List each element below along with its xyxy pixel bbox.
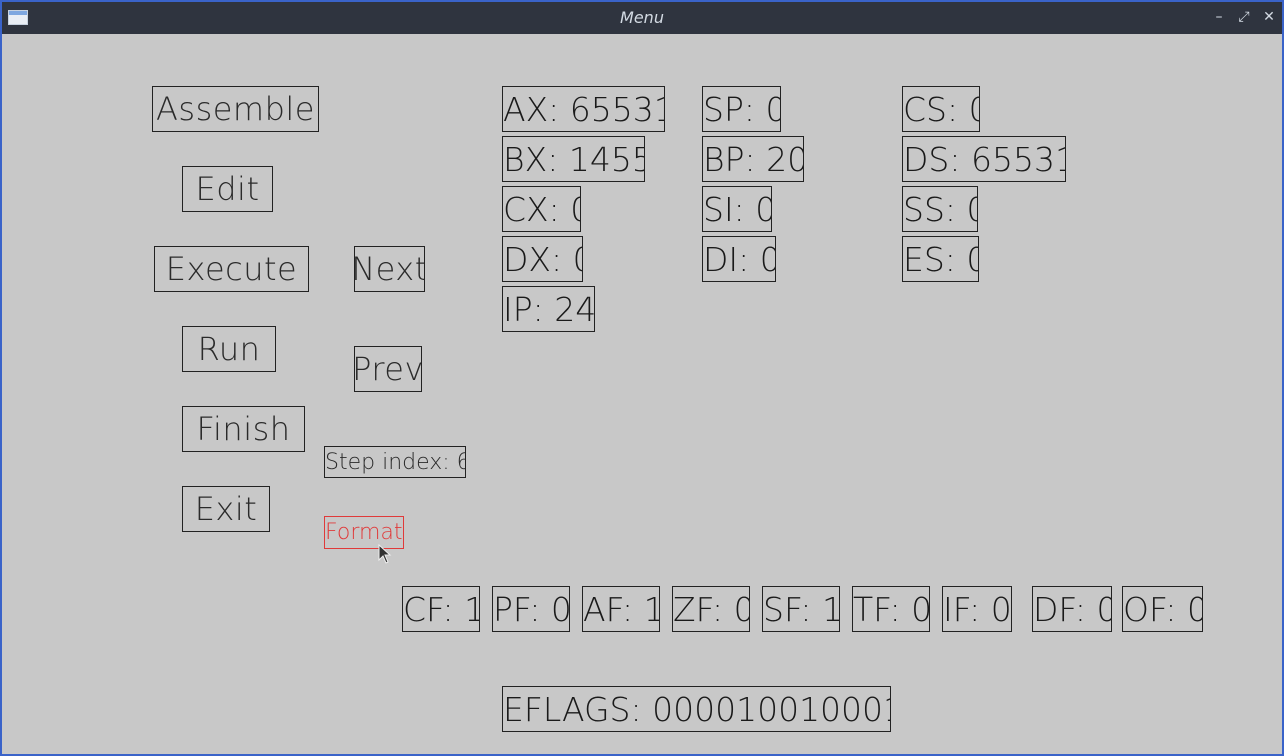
- register-bx: BX: 1455: [502, 136, 645, 182]
- register-si: SI: 0: [702, 186, 772, 232]
- edit-button[interactable]: Edit: [182, 166, 273, 212]
- register-sp: SP: 0: [702, 86, 781, 132]
- step-index-label: Step index: 6: [324, 446, 466, 478]
- flag-df: DF: 0: [1032, 586, 1112, 632]
- flag-if: IF: 0: [942, 586, 1012, 632]
- register-ax: AX: 65531: [502, 86, 665, 132]
- register-es: ES: 0: [902, 236, 979, 282]
- window-title: Menu: [620, 8, 664, 27]
- main-content: Assemble Edit Execute Run Finish Exit Ne…: [2, 34, 1282, 754]
- minimize-icon[interactable]: –: [1210, 8, 1228, 26]
- app-window: Menu – ⤢ ✕ Assemble Edit Execute Run Fin…: [0, 0, 1284, 756]
- finish-button[interactable]: Finish: [182, 406, 305, 452]
- register-ip: IP: 24: [502, 286, 595, 332]
- register-ss: SS: 0: [902, 186, 978, 232]
- execute-button[interactable]: Execute: [154, 246, 309, 292]
- title-bar[interactable]: Menu – ⤢ ✕: [2, 2, 1282, 34]
- eflags-display: EFLAGS: 000010010001: [502, 686, 891, 732]
- flag-sf: SF: 1: [762, 586, 840, 632]
- mouse-cursor-icon: [378, 544, 392, 564]
- run-button[interactable]: Run: [182, 326, 276, 372]
- register-ds: DS: 65531: [902, 136, 1066, 182]
- flag-cf: CF: 1: [402, 586, 480, 632]
- maximize-icon[interactable]: ⤢: [1235, 8, 1253, 26]
- next-button[interactable]: Next: [354, 246, 425, 292]
- register-di: DI: 0: [702, 236, 776, 282]
- close-icon[interactable]: ✕: [1260, 8, 1278, 26]
- flag-af: AF: 1: [582, 586, 660, 632]
- exit-button[interactable]: Exit: [182, 486, 270, 532]
- register-dx: DX: 0: [502, 236, 583, 282]
- assemble-button[interactable]: Assemble: [152, 86, 319, 132]
- flag-zf: ZF: 0: [672, 586, 750, 632]
- flag-tf: TF: 0: [852, 586, 930, 632]
- flag-pf: PF: 0: [492, 586, 570, 632]
- register-bp: BP: 20: [702, 136, 804, 182]
- flag-of: OF: 0: [1122, 586, 1203, 632]
- prev-button[interactable]: Prev: [354, 346, 422, 392]
- register-cx: CX: 0: [502, 186, 581, 232]
- format-button[interactable]: Format: [324, 516, 404, 549]
- register-cs: CS: 0: [902, 86, 980, 132]
